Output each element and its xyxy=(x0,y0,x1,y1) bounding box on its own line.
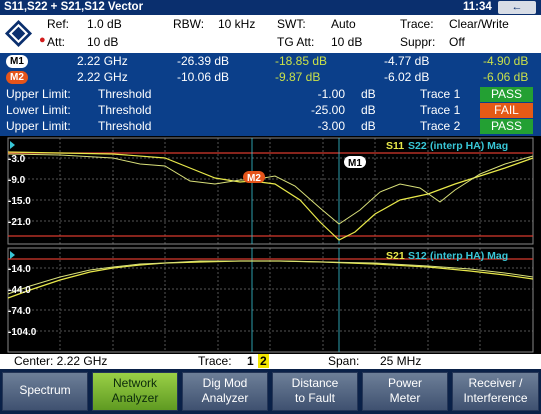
plot-transmission[interactable]: -14.0 -44.0 -74.0 -104.0 S21 S12 (interp… xyxy=(0,246,541,354)
spectrum-mode-button[interactable]: Spectrum xyxy=(2,372,88,411)
legend-trace-a: S11 xyxy=(386,140,404,152)
softkey-label: Analyzer xyxy=(111,391,159,405)
distance-to-fault-button[interactable]: Distance to Fault xyxy=(272,372,358,411)
limit-value: -3.00 xyxy=(317,119,345,133)
title-bar: S11,S22 + S21,S12 Vector 11:34 ← xyxy=(0,0,541,15)
tick-label: -44.0 xyxy=(8,285,31,296)
plot-reflection[interactable]: -3.0 -9.0 -15.0 -21.0 S11 S22 (interp HA… xyxy=(0,136,541,246)
limit-trace: Trace 1 xyxy=(420,103,461,117)
swt-value[interactable]: Auto xyxy=(331,17,356,31)
rbw-label: RBW: xyxy=(173,17,205,31)
att-indicator-icon: ● xyxy=(39,34,46,46)
legend-mode: (interp HA) Mag xyxy=(430,250,508,262)
marker-freq: 2.22 GHz xyxy=(77,54,128,68)
marker-freq: 2.22 GHz xyxy=(77,70,128,84)
span-value[interactable]: 25 MHz xyxy=(380,354,421,368)
back-button[interactable]: ← xyxy=(498,1,536,14)
rohde-schwarz-logo-icon xyxy=(4,19,33,48)
receiver-interference-button[interactable]: Receiver / Interference xyxy=(452,372,539,411)
limit-trace: Trace 1 xyxy=(420,87,461,101)
ref-label: Ref: xyxy=(47,17,70,31)
tick-label: -104.0 xyxy=(8,327,37,338)
marker-table: M1 2.22 GHz -26.39 dB -18.85 dB -4.77 dB… xyxy=(0,53,541,86)
softkey-bar: Spectrum Network Analyzer Dig Mod Analyz… xyxy=(0,369,541,414)
tick-label: -14.0 xyxy=(8,264,31,275)
att-value[interactable]: 10 dB xyxy=(87,35,118,49)
trace-mode-value[interactable]: Clear/Write xyxy=(449,17,509,31)
tgatt-label: TG Att: xyxy=(277,35,315,49)
trace-select-label: Trace: xyxy=(198,354,232,368)
softkey-label: to Fault xyxy=(294,391,336,405)
softkey-label: Network xyxy=(112,376,157,390)
ref-value[interactable]: 1.0 dB xyxy=(87,17,122,31)
limit-value: -1.00 xyxy=(317,87,345,101)
limit-name: Upper Limit: xyxy=(6,87,71,101)
legend-trace-a: S21 xyxy=(386,250,405,262)
limit-value: -25.00 xyxy=(310,103,345,117)
trace-2-toggle[interactable]: 2 xyxy=(258,354,269,368)
swt-label: SWT: xyxy=(277,17,306,31)
att-label: Att: xyxy=(47,35,66,49)
span-label: Span: xyxy=(328,354,360,368)
limit-trace: Trace 2 xyxy=(420,119,461,133)
limit-name: Lower Limit: xyxy=(6,103,71,117)
center-frequency[interactable]: Center: 2.22 GHz xyxy=(14,354,107,368)
limit-result-pass: PASS xyxy=(480,87,533,102)
dig-mod-analyzer-button[interactable]: Dig Mod Analyzer xyxy=(182,372,268,411)
info-bar: Center: 2.22 GHz Trace: 1 2 Span: 25 MHz xyxy=(0,354,541,369)
suppr-label: Suppr: xyxy=(400,35,436,49)
window-title: S11,S22 + S21,S12 Vector xyxy=(4,1,144,13)
marker-m2-label: M2 xyxy=(247,173,261,184)
limit-type: Threshold xyxy=(98,119,152,133)
tick-label: -21.0 xyxy=(8,217,31,228)
softkey-label: Receiver / xyxy=(468,376,523,390)
marker-value-s12: -6.06 dB xyxy=(483,70,529,84)
marker-value-s21: -4.77 dB xyxy=(384,54,430,68)
softkey-label: Dig Mod xyxy=(202,376,248,390)
marker-value-s22: -18.85 dB xyxy=(275,54,328,68)
softkey-label: Power xyxy=(387,376,422,390)
tick-label: -74.0 xyxy=(8,306,31,317)
marker-badge-m1[interactable]: M1 xyxy=(6,55,28,68)
rbw-value[interactable]: 10 kHz xyxy=(218,17,255,31)
softkey-label: Meter xyxy=(389,391,421,405)
softkey-label: Distance xyxy=(291,376,339,390)
limit-unit: dB xyxy=(361,87,376,101)
legend-trace-b: S12 xyxy=(408,250,427,262)
tick-label: -15.0 xyxy=(8,196,31,207)
marker-value-s21: -6.02 dB xyxy=(384,70,430,84)
limit-unit: dB xyxy=(361,103,376,117)
marker-badge-m2[interactable]: M2 xyxy=(6,71,28,84)
marker-value-s22: -9.87 dB xyxy=(275,70,321,84)
power-meter-button[interactable]: Power Meter xyxy=(362,372,448,411)
tgatt-value[interactable]: 10 dB xyxy=(331,35,362,49)
legend-mode: (interp HA) Mag xyxy=(430,140,508,152)
limit-result-pass: PASS xyxy=(480,119,533,134)
softkey-label: Analyzer xyxy=(201,391,249,405)
softkey-label: Interference xyxy=(463,391,528,405)
network-analyzer-mode-button[interactable]: Network Analyzer xyxy=(92,372,178,411)
marker-value-s11: -26.39 dB xyxy=(177,54,230,68)
tick-label: -3.0 xyxy=(8,154,26,165)
marker-m1-label: M1 xyxy=(348,158,362,169)
suppr-value[interactable]: Off xyxy=(449,35,465,49)
settings-header: Ref: 1.0 dB ● Att: 10 dB RBW: 10 kHz SWT… xyxy=(0,15,541,53)
limit-table: Upper Limit: Threshold -1.00 dB Trace 1 … xyxy=(0,86,541,136)
limit-result-fail: FAIL xyxy=(480,103,533,118)
limit-type: Threshold xyxy=(98,103,152,117)
limit-name: Upper Limit: xyxy=(6,119,71,133)
marker-value-s12: -4.90 dB xyxy=(483,54,529,68)
marker-value-s11: -10.06 dB xyxy=(177,70,230,84)
limit-unit: dB xyxy=(361,119,376,133)
softkey-label: Spectrum xyxy=(19,383,71,397)
limit-type: Threshold xyxy=(98,87,152,101)
trace-1-toggle[interactable]: 1 xyxy=(247,354,254,368)
tick-label: -9.0 xyxy=(8,175,26,186)
trace-mode-label: Trace: xyxy=(400,17,434,31)
legend-trace-b: S22 xyxy=(408,140,427,152)
clock: 11:34 xyxy=(463,1,492,13)
